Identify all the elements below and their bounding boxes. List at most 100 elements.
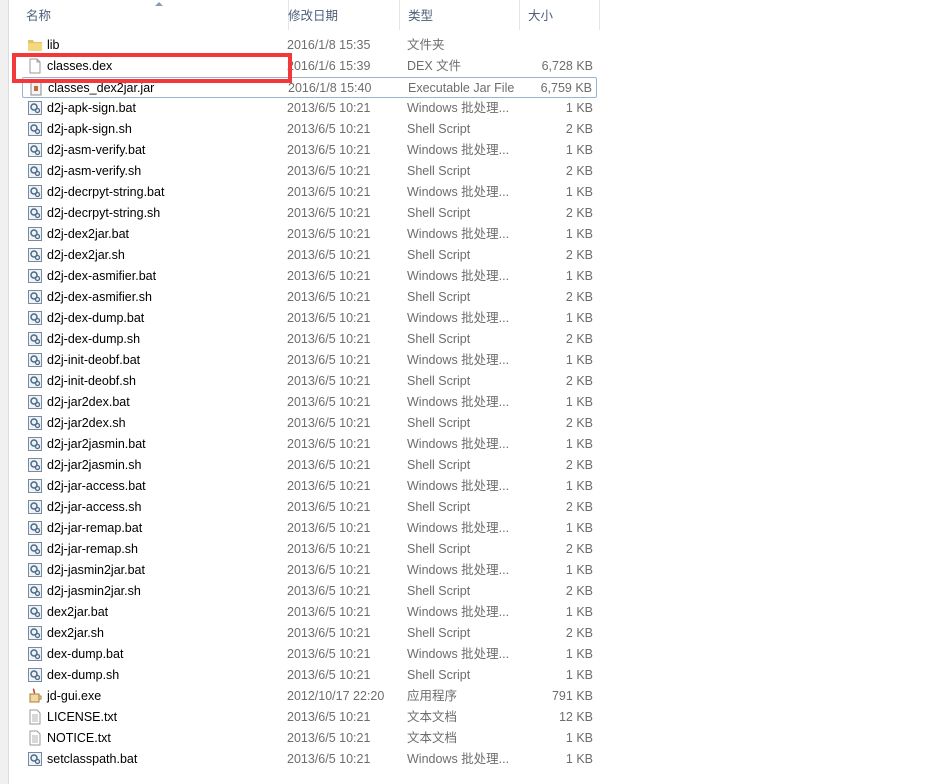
- script-icon: [27, 583, 43, 599]
- script-icon: [27, 226, 43, 242]
- file-date: 2013/6/5 10:21: [287, 416, 371, 430]
- file-row[interactable]: setclasspath.bat 2013/6/5 10:21 Windows 批处…: [22, 749, 597, 770]
- file-row[interactable]: d2j-init-deobf.sh 2013/6/5 10:21 Shell Scr…: [22, 371, 597, 392]
- file-size: 2 KB: [565, 290, 593, 304]
- file-row[interactable]: LICENSE.txt 2013/6/5 10:21 文本文档 12 KB: [22, 707, 597, 728]
- script-icon: [27, 331, 43, 347]
- file-name: d2j-jar2dex.sh: [47, 416, 126, 430]
- file-date: 2013/6/5 10:21: [287, 206, 371, 220]
- file-row[interactable]: dex-dump.bat 2013/6/5 10:21 Windows 批处理...…: [22, 644, 597, 665]
- file-name: d2j-apk-sign.bat: [47, 101, 136, 115]
- file-row[interactable]: d2j-jar2dex.sh 2013/6/5 10:21 Shell Script…: [22, 413, 597, 434]
- file-date: 2013/6/5 10:21: [287, 668, 371, 682]
- file-size: 1 KB: [565, 731, 593, 745]
- file-date: 2013/6/5 10:21: [287, 164, 371, 178]
- script-icon: [27, 457, 43, 473]
- file-row[interactable]: d2j-apk-sign.sh 2013/6/5 10:21 Shell Scrip…: [22, 119, 597, 140]
- file-row[interactable]: NOTICE.txt 2013/6/5 10:21 文本文档 1 KB: [22, 728, 597, 749]
- file-type: Windows 批处理...: [407, 521, 510, 535]
- file-size: 2 KB: [565, 584, 593, 598]
- file-row[interactable]: d2j-decrpyt-string.sh 2013/6/5 10:21 Shell…: [22, 203, 597, 224]
- file-row[interactable]: d2j-jar-remap.sh 2013/6/5 10:21 Shell Scri…: [22, 539, 597, 560]
- file-size: 1 KB: [565, 311, 593, 325]
- file-type: Windows 批处理...: [407, 101, 510, 115]
- file-date: 2013/6/5 10:21: [287, 122, 371, 136]
- column-header-size[interactable]: 大小: [520, 0, 600, 30]
- file-row[interactable]: dex-dump.sh 2013/6/5 10:21 Shell Script 1 K…: [22, 665, 597, 686]
- file-size: 6,759 KB: [540, 81, 592, 95]
- file-row[interactable]: jd-gui.exe 2012/10/17 22:20 应用程序 791 KB: [22, 686, 597, 707]
- exe-icon: [27, 688, 43, 704]
- file-date: 2013/6/5 10:21: [287, 311, 371, 325]
- file-date: 2013/6/5 10:21: [287, 521, 371, 535]
- file-row[interactable]: d2j-jar-access.sh 2013/6/5 10:21 Shell Scr…: [22, 497, 597, 518]
- file-type: Shell Script: [407, 248, 471, 262]
- file-row[interactable]: d2j-dex-dump.bat 2013/6/5 10:21 Windows 批处…: [22, 308, 597, 329]
- file-name: d2j-jar-remap.sh: [47, 542, 139, 556]
- file-name: d2j-jar-remap.bat: [47, 521, 143, 535]
- file-row[interactable]: dex2jar.bat 2013/6/5 10:21 Windows 批处理... 1…: [22, 602, 597, 623]
- file-date: 2013/6/5 10:21: [287, 332, 371, 346]
- file-row[interactable]: d2j-jar2jasmin.sh 2013/6/5 10:21 Shell Scr…: [22, 455, 597, 476]
- file-row[interactable]: dex2jar.sh 2013/6/5 10:21 Shell Script 2 KB: [22, 623, 597, 644]
- file-name: jd-gui.exe: [47, 689, 102, 703]
- file-name: d2j-init-deobf.bat: [47, 353, 141, 367]
- file-name: dex2jar.bat: [47, 605, 109, 619]
- file-name: setclasspath.bat: [47, 752, 138, 766]
- file-size: 2 KB: [565, 374, 593, 388]
- file-size: 2 KB: [565, 122, 593, 136]
- file-name: d2j-asm-verify.sh: [47, 164, 142, 178]
- file-date: 2013/6/5 10:21: [287, 626, 371, 640]
- script-icon: [27, 541, 43, 557]
- file-type: Shell Script: [407, 584, 471, 598]
- script-icon: [27, 646, 43, 662]
- file-row[interactable]: d2j-dex-asmifier.sh 2013/6/5 10:21 Shell S…: [22, 287, 597, 308]
- file-row[interactable]: d2j-dex-dump.sh 2013/6/5 10:21 Shell Scrip…: [22, 329, 597, 350]
- file-date: 2013/6/5 10:21: [287, 290, 371, 304]
- file-type: Shell Script: [407, 500, 471, 514]
- file-row[interactable]: d2j-asm-verify.sh 2013/6/5 10:21 Shell Scr…: [22, 161, 597, 182]
- file-size: 1 KB: [565, 353, 593, 367]
- file-date: 2016/1/8 15:40: [288, 81, 372, 95]
- script-icon: [27, 436, 43, 452]
- file-name: d2j-dex-dump.sh: [47, 332, 141, 346]
- file-row[interactable]: d2j-dex2jar.sh 2013/6/5 10:21 Shell Script…: [22, 245, 597, 266]
- file-row[interactable]: d2j-dex-asmifier.bat 2013/6/5 10:21 Window…: [22, 266, 597, 287]
- file-row[interactable]: d2j-jar-access.bat 2013/6/5 10:21 Windows …: [22, 476, 597, 497]
- file-type: Shell Script: [407, 290, 471, 304]
- file-row[interactable]: d2j-jar2jasmin.bat 2013/6/5 10:21 Windows …: [22, 434, 597, 455]
- column-header-date[interactable]: 修改日期: [280, 0, 400, 30]
- file-type: Shell Script: [407, 416, 471, 430]
- file-date: 2013/6/5 10:21: [287, 374, 371, 388]
- file-type: Shell Script: [407, 206, 471, 220]
- column-header-name[interactable]: 名称: [18, 0, 289, 30]
- file-row[interactable]: d2j-jasmin2jar.sh 2013/6/5 10:21 Shell Scr…: [22, 581, 597, 602]
- file-name: d2j-asm-verify.bat: [47, 143, 146, 157]
- file-row[interactable]: d2j-jasmin2jar.bat 2013/6/5 10:21 Windows …: [22, 560, 597, 581]
- column-header-type[interactable]: 类型: [400, 0, 520, 30]
- file-type: DEX 文件: [407, 59, 462, 73]
- file-row[interactable]: d2j-asm-verify.bat 2013/6/5 10:21 Windows …: [22, 140, 597, 161]
- file-row[interactable]: d2j-jar-remap.bat 2013/6/5 10:21 Windows 批…: [22, 518, 597, 539]
- file-name: d2j-jasmin2jar.sh: [47, 584, 141, 598]
- file-type: Windows 批处理...: [407, 605, 510, 619]
- file-date: 2013/6/5 10:21: [287, 227, 371, 241]
- file-size: 1 KB: [565, 269, 593, 283]
- file-type: Windows 批处理...: [407, 227, 510, 241]
- file-row[interactable]: d2j-init-deobf.bat 2013/6/5 10:21 Windows …: [22, 350, 597, 371]
- file-row[interactable]: d2j-decrpyt-string.bat 2013/6/5 10:21 Wind…: [22, 182, 597, 203]
- file-row[interactable]: d2j-dex2jar.bat 2013/6/5 10:21 Windows 批处理…: [22, 224, 597, 245]
- file-type: 文本文档: [407, 710, 458, 724]
- script-icon: [27, 184, 43, 200]
- file-size: 2 KB: [565, 164, 593, 178]
- file-size: 1 KB: [565, 437, 593, 451]
- file-row[interactable]: d2j-apk-sign.bat 2013/6/5 10:21 Windows 批处…: [22, 98, 597, 119]
- file-name: dex2jar.sh: [47, 626, 104, 640]
- file-row[interactable]: d2j-jar2dex.bat 2013/6/5 10:21 Windows 批处理…: [22, 392, 597, 413]
- file-date: 2016/1/6 15:39: [287, 59, 371, 73]
- file-size: 1 KB: [565, 185, 593, 199]
- file-date: 2013/6/5 10:21: [287, 101, 371, 115]
- file-name: d2j-decrpyt-string.sh: [47, 206, 161, 220]
- file-type: 文件夹: [407, 38, 445, 52]
- file-date: 2013/6/5 10:21: [287, 542, 371, 556]
